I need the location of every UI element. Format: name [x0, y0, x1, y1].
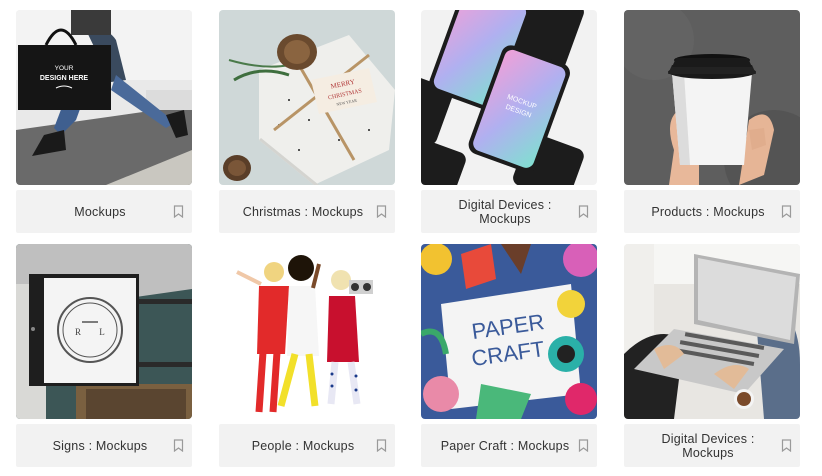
bookmark-icon[interactable] — [376, 439, 389, 453]
bookmark-icon[interactable] — [173, 439, 186, 453]
card-label: Digital Devices : Mockups — [661, 431, 755, 460]
thumbnail-image[interactable]: MERRY CHRISTMAS NEW YEAR — [219, 10, 395, 185]
thumbnail-image[interactable]: MOCKUP DESIGN — [421, 10, 597, 185]
card-caption[interactable]: Digital Devices : Mockups — [624, 424, 800, 467]
bookmark-icon[interactable] — [376, 205, 389, 219]
coffee-cup-mockup-photo — [624, 10, 800, 185]
laptop-mockup-photo — [624, 244, 800, 419]
thumbnail-image[interactable]: PAPER CRAFT — [421, 244, 597, 419]
card-digital-devices-laptop[interactable]: Digital Devices : Mockups — [624, 244, 800, 467]
card-products[interactable]: Products : Mockups — [624, 10, 800, 233]
thumbnail-image[interactable] — [219, 244, 395, 419]
card-people[interactable]: People : Mockups — [219, 244, 395, 467]
thumbnail-image[interactable] — [624, 244, 800, 419]
card-caption[interactable]: Signs : Mockups — [16, 424, 192, 467]
card-label: Paper Craft : Mockups — [440, 438, 570, 453]
card-caption[interactable]: Paper Craft : Mockups — [421, 424, 597, 467]
bag-text-1: YOUR — [55, 65, 74, 72]
card-label: Christmas : Mockups — [242, 204, 364, 219]
sign-text-1: R — [75, 327, 81, 337]
card-paper-craft[interactable]: PAPER CRAFT Paper Craft : Mockups — [421, 244, 597, 467]
phone-mockups-photo: MOCKUP DESIGN — [421, 10, 597, 185]
sign-text-2: L — [99, 327, 105, 337]
bag-text-2: DESIGN HERE — [40, 75, 89, 82]
bookmark-icon[interactable] — [578, 205, 591, 219]
bookmark-icon[interactable] — [578, 439, 591, 453]
thumbnail-image[interactable]: YOUR DESIGN HERE — [16, 10, 192, 185]
shopping-bag-mockup-photo: YOUR DESIGN HERE — [16, 10, 192, 185]
card-caption[interactable]: Digital Devices : Mockups — [421, 190, 597, 233]
card-label: People : Mockups — [251, 438, 355, 453]
paper-craft-illustration: PAPER CRAFT — [421, 244, 597, 419]
christmas-gift-box-photo: MERRY CHRISTMAS NEW YEAR — [219, 10, 395, 185]
card-christmas[interactable]: MERRY CHRISTMAS NEW YEAR Christmas : Moc… — [219, 10, 395, 233]
dancing-people-photo — [219, 244, 395, 419]
bookmark-icon[interactable] — [781, 205, 794, 219]
hanging-sign-mockup-photo: R L — [16, 244, 192, 419]
card-caption[interactable]: Christmas : Mockups — [219, 190, 395, 233]
card-signs[interactable]: R L Signs : Mockups — [16, 244, 192, 467]
card-caption[interactable]: Products : Mockups — [624, 190, 800, 233]
card-caption[interactable]: People : Mockups — [219, 424, 395, 467]
card-label: Mockups — [74, 204, 126, 219]
thumbnail-image[interactable]: R L — [16, 244, 192, 419]
card-digital-devices[interactable]: MOCKUP DESIGN Digital Devices : Mockups — [421, 10, 597, 233]
card-label: Digital Devices : Mockups — [458, 197, 552, 226]
thumbnail-image[interactable] — [624, 10, 800, 185]
bookmark-icon[interactable] — [173, 205, 186, 219]
bookmark-icon[interactable] — [781, 439, 794, 453]
card-label: Signs : Mockups — [52, 438, 148, 453]
card-label: Products : Mockups — [651, 204, 765, 219]
card-caption[interactable]: Mockups — [16, 190, 192, 233]
card-mockups[interactable]: YOUR DESIGN HERE Mockups — [16, 10, 192, 233]
